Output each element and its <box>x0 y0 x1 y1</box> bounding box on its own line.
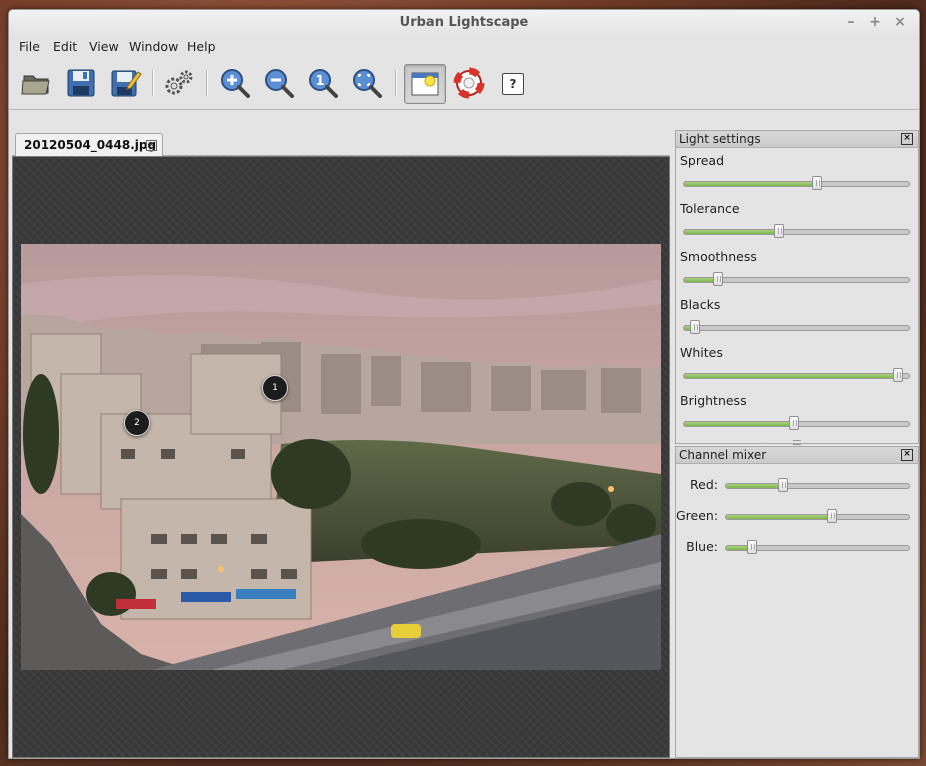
app-window: Urban Lightscape – + × File Edit View Wi… <box>8 9 920 759</box>
document-tabs: 20120504_0448.jpg × <box>12 130 670 156</box>
open-button[interactable] <box>20 66 54 100</box>
zoom-out-button[interactable] <box>262 66 296 100</box>
slider-handle[interactable] <box>746 540 757 554</box>
menu-window[interactable]: Window <box>129 39 178 54</box>
settings-gear-icon <box>165 70 193 95</box>
mixer-slider-red[interactable] <box>725 478 910 492</box>
save-button[interactable] <box>64 66 98 100</box>
slider-handle[interactable] <box>690 320 701 334</box>
mixer-slider-blue[interactable] <box>725 540 910 554</box>
slider-spread[interactable] <box>683 176 910 190</box>
light-marker-2[interactable]: 2 <box>124 410 150 436</box>
slider-handle[interactable] <box>811 176 822 190</box>
minimize-button[interactable]: – <box>841 10 861 36</box>
close-window-button[interactable]: × <box>890 10 910 36</box>
city-photo[interactable] <box>21 244 661 670</box>
light-settings-header[interactable]: Light settings × <box>676 131 918 148</box>
toolbar: 1 ? <box>9 60 919 106</box>
window-title: Urban Lightscape <box>399 15 529 30</box>
zoom-fit-button[interactable] <box>350 66 384 100</box>
toolbar-separator <box>206 70 208 96</box>
menu-view[interactable]: View <box>89 39 119 54</box>
light-settings-panel: Light settings × Spread Tolerance Smoothne… <box>675 130 919 445</box>
menu-bar: File Edit View Window Help <box>9 36 919 58</box>
slider-label-whites: Whites <box>680 345 723 360</box>
help-lifebuoy-icon <box>453 67 485 99</box>
image-canvas[interactable]: 1 2 <box>12 156 670 758</box>
slider-fill <box>684 230 779 234</box>
close-panel-icon[interactable]: × <box>901 133 913 145</box>
slider-handle[interactable] <box>773 224 784 238</box>
document-tab-label: 20120504_0448.jpg <box>24 138 157 152</box>
zoom-actual-size-button[interactable]: 1 <box>306 66 340 100</box>
side-panels: Light settings × Spread Tolerance Smoothne… <box>675 130 919 758</box>
settings-button[interactable] <box>162 66 196 100</box>
slider-label-spread: Spread <box>680 153 725 168</box>
document-tab[interactable]: 20120504_0448.jpg × <box>15 133 163 156</box>
mixer-slider-green[interactable] <box>725 509 910 523</box>
slider-fill <box>684 422 795 426</box>
city-photo-image <box>21 244 661 670</box>
toolbar-divider <box>10 109 918 110</box>
slider-label-blacks: Blacks <box>680 297 721 312</box>
title-bar[interactable]: Urban Lightscape – + × <box>9 10 919 36</box>
slider-whites[interactable] <box>683 368 910 382</box>
slider-fill <box>726 515 833 519</box>
help-button[interactable] <box>452 66 486 100</box>
open-folder-icon <box>21 75 50 95</box>
slider-handle[interactable] <box>827 509 838 523</box>
whats-this-button[interactable]: ? <box>502 73 524 95</box>
light-marker-1[interactable]: 1 <box>262 375 288 401</box>
zoom-out-icon <box>265 69 294 98</box>
mixer-label-blue: Blue: <box>686 539 718 554</box>
close-tab-icon[interactable]: × <box>146 140 157 151</box>
channel-mixer-panel: Channel mixer × Red: Green: Blue: <box>675 446 919 758</box>
light-mode-button[interactable] <box>404 64 446 104</box>
slider-handle[interactable] <box>777 478 788 492</box>
toolbar-separator <box>152 70 154 96</box>
svg-text:1: 1 <box>315 74 324 89</box>
light-settings-title: Light settings <box>679 132 761 146</box>
panel-resize-grip[interactable] <box>793 440 801 445</box>
menu-edit[interactable]: Edit <box>53 39 77 54</box>
slider-fill <box>726 484 783 488</box>
menu-file[interactable]: File <box>19 39 40 54</box>
document-pane: 20120504_0448.jpg × 1 2 <box>12 130 670 758</box>
save-as-icon <box>111 70 142 97</box>
maximize-button[interactable]: + <box>865 10 885 36</box>
menu-help[interactable]: Help <box>187 39 216 54</box>
slider-blacks[interactable] <box>683 320 910 334</box>
save-as-button[interactable] <box>108 66 142 100</box>
zoom-fit-icon <box>353 69 382 98</box>
channel-mixer-title: Channel mixer <box>679 448 767 462</box>
slider-tolerance[interactable] <box>683 224 910 238</box>
slider-fill <box>684 374 898 378</box>
zoom-in-button[interactable] <box>218 66 252 100</box>
slider-handle[interactable] <box>789 416 800 430</box>
slider-smoothness[interactable] <box>683 272 910 286</box>
save-icon <box>67 69 95 97</box>
light-mode-icon <box>411 72 439 96</box>
slider-handle[interactable] <box>892 368 903 382</box>
slider-handle[interactable] <box>712 272 723 286</box>
close-panel-icon[interactable]: × <box>901 449 913 461</box>
zoom-in-icon <box>221 69 250 98</box>
whats-this-icon: ? <box>509 77 517 91</box>
slider-label-brightness: Brightness <box>680 393 747 408</box>
slider-label-smoothness: Smoothness <box>680 249 757 264</box>
channel-mixer-header[interactable]: Channel mixer × <box>676 447 918 464</box>
mixer-label-red: Red: <box>690 477 718 492</box>
toolbar-separator <box>395 70 397 96</box>
zoom-actual-size-icon: 1 <box>309 69 338 98</box>
slider-brightness[interactable] <box>683 416 910 430</box>
slider-fill <box>684 182 817 186</box>
slider-label-tolerance: Tolerance <box>680 201 740 216</box>
mixer-label-green: Green: <box>676 508 719 523</box>
